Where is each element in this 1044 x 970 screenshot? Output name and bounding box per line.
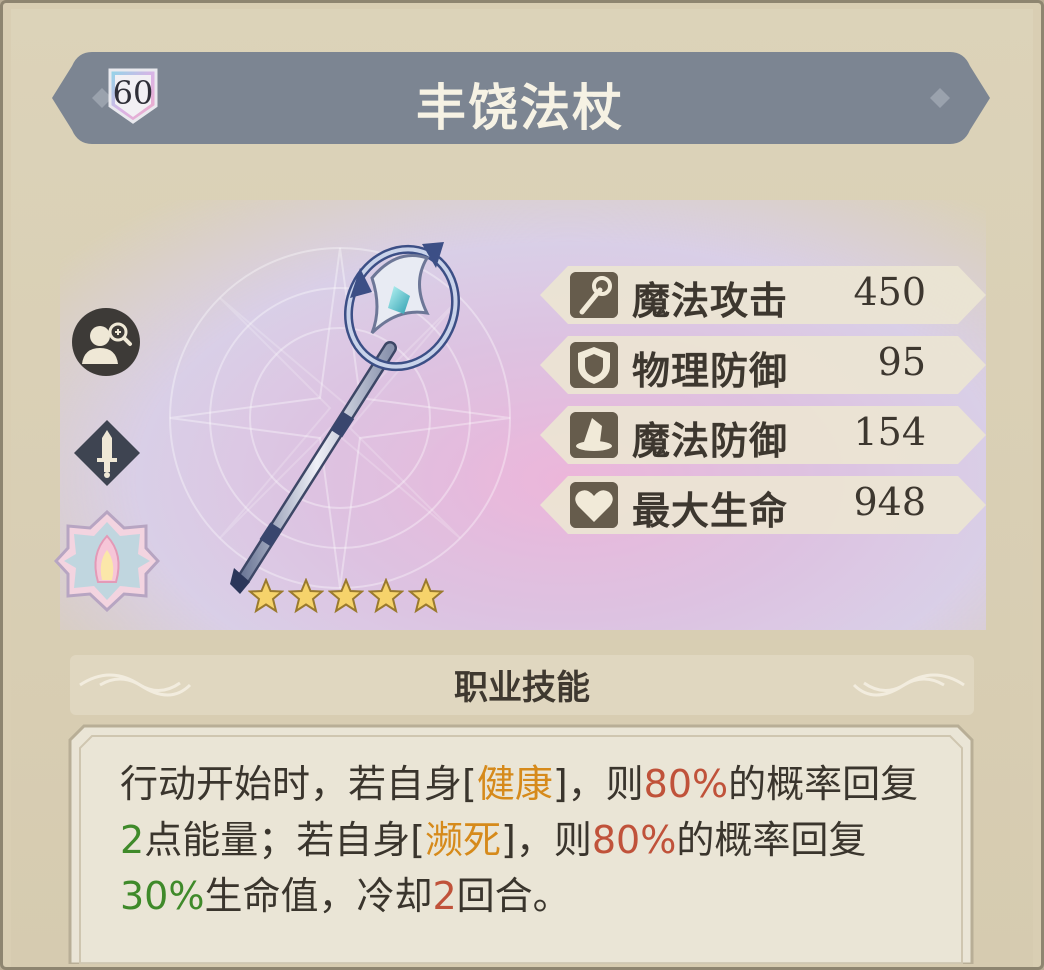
skill-section-title: 职业技能 [454,668,590,708]
skill-text-segment: 点能量；若自身[ [144,818,426,862]
skill-text-segment: 的概率回复 [728,762,919,806]
skill-highlight-green: 30% [120,874,205,918]
skill-description-text: 行动开始时，若自身[健康]，则80%的概率回复2点能量；若自身[濒死]，则80%… [120,756,940,924]
skill-text-segment: ]，则 [501,818,592,862]
stat-label: 物理防御 [632,349,789,393]
stat-label: 魔法攻击 [632,279,789,323]
skill-text-segment: 回合。 [456,874,571,918]
stat-label: 魔法防御 [632,419,789,463]
staff-icon [570,272,618,318]
heart-icon [570,482,618,528]
lotus-emblem-icon[interactable] [54,510,160,612]
stat-row-magic-defense: 魔法防御 154 [540,406,986,464]
preview-character-icon[interactable] [70,306,142,378]
stat-value: 95 [877,340,926,384]
skill-highlight-red: 80% [591,818,677,862]
item-level: 60 [112,74,154,112]
skill-highlight-red: 2 [432,874,457,918]
skill-text-segment: 的概率回复 [676,818,867,862]
star-icon [287,577,325,614]
shield-icon [570,342,618,388]
star-icon [327,577,365,614]
stat-value: 154 [853,410,926,454]
star-icon [407,577,445,614]
skill-text-segment: 行动开始时，若自身[ [120,762,477,806]
skill-highlight-gold: 濒死 [425,818,502,862]
stat-row-magic-attack: 魔法攻击 450 [540,266,986,324]
sword-class-icon[interactable] [72,418,142,488]
rarity-stars [247,577,445,614]
wizard-hat-icon [570,412,618,458]
skill-text-segment: ]，则 [552,762,644,806]
stat-value: 948 [853,480,926,524]
skill-highlight-gold: 健康 [476,762,553,806]
item-name: 丰饶法杖 [416,79,624,137]
skill-text-segment: 生命值，冷却 [204,874,433,918]
stat-row-max-hp: 最大生命 948 [540,476,986,534]
star-icon [247,577,285,614]
skill-highlight-green: 2 [120,818,145,862]
stat-label: 最大生命 [632,489,789,533]
star-icon [367,577,405,614]
skill-highlight-red: 80% [643,762,729,806]
stat-row-physical-defense: 物理防御 95 [540,336,986,394]
stat-value: 450 [853,270,926,314]
staff-weapon-image [230,242,461,594]
